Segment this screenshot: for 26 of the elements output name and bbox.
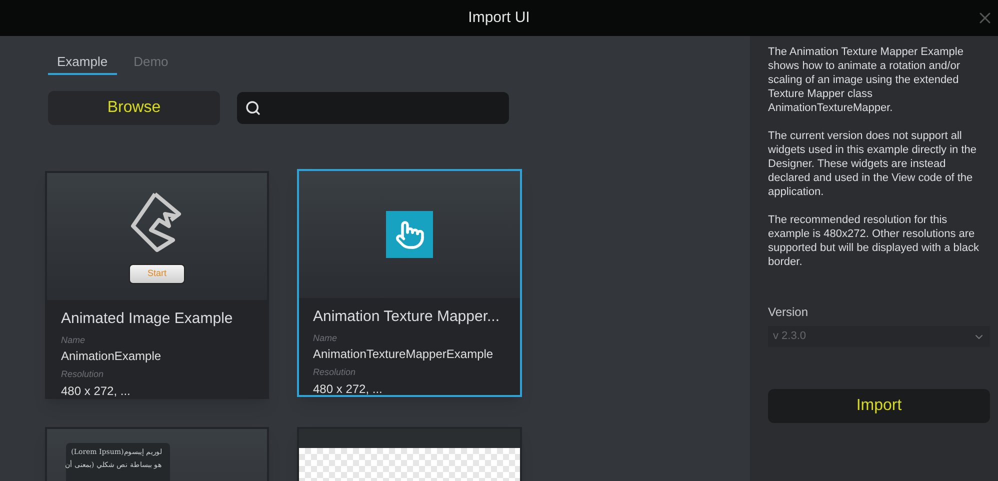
version-label: Version xyxy=(768,304,810,321)
card-title: Animation Texture Mapper... xyxy=(313,307,500,327)
example-card[interactable] xyxy=(297,427,522,481)
name-value: AnimationExample xyxy=(61,348,162,365)
resolution-value: 480 x 272, ... xyxy=(61,382,132,400)
resolution-label: Resolution xyxy=(61,368,105,381)
search-field[interactable] xyxy=(237,92,509,124)
description-paragraph: The Animation Texture Mapper Example shows how to animate a rotation and/or scaling of an image using the extended Texture Mapper class AnimationTextureMapper. xyxy=(768,45,964,115)
search-icon xyxy=(245,100,261,116)
resolution-value: 480 x 272, ... xyxy=(313,380,384,398)
example-card[interactable]: Start Animated Image Example Name AnimationExample Resolution 480 x 272, ... xyxy=(45,171,269,399)
name-value: AnimationTextureMapperExample xyxy=(313,346,494,363)
description-paragraph: The current version does not support all widgets used in this example directly in the Designer. These widgets are instead declared and used in the View code of the application. xyxy=(768,129,978,199)
resolution-label: Resolution xyxy=(313,366,357,379)
example-card[interactable]: Animation Texture Mapper... Name AnimationTextureMapperExample Resolution 480 x 272, ... xyxy=(297,169,522,397)
window-title: Import UI xyxy=(468,8,530,28)
browse-button[interactable]: Browse xyxy=(48,91,220,125)
tab[interactable]: Example xyxy=(48,50,117,75)
name-label: Name xyxy=(61,334,86,346)
version-value: v 2.3.0 xyxy=(773,329,806,344)
import-button[interactable]: Import xyxy=(768,389,990,423)
touch-app-icon xyxy=(386,211,433,258)
name-label: Name xyxy=(313,332,338,344)
card-title: Animated Image Example xyxy=(61,309,234,329)
start-button: Start xyxy=(129,264,185,284)
description-paragraph: The recommended resolution for this example is 480x272. Other resolutions are supported but will be displayed with a black border. xyxy=(768,213,980,269)
